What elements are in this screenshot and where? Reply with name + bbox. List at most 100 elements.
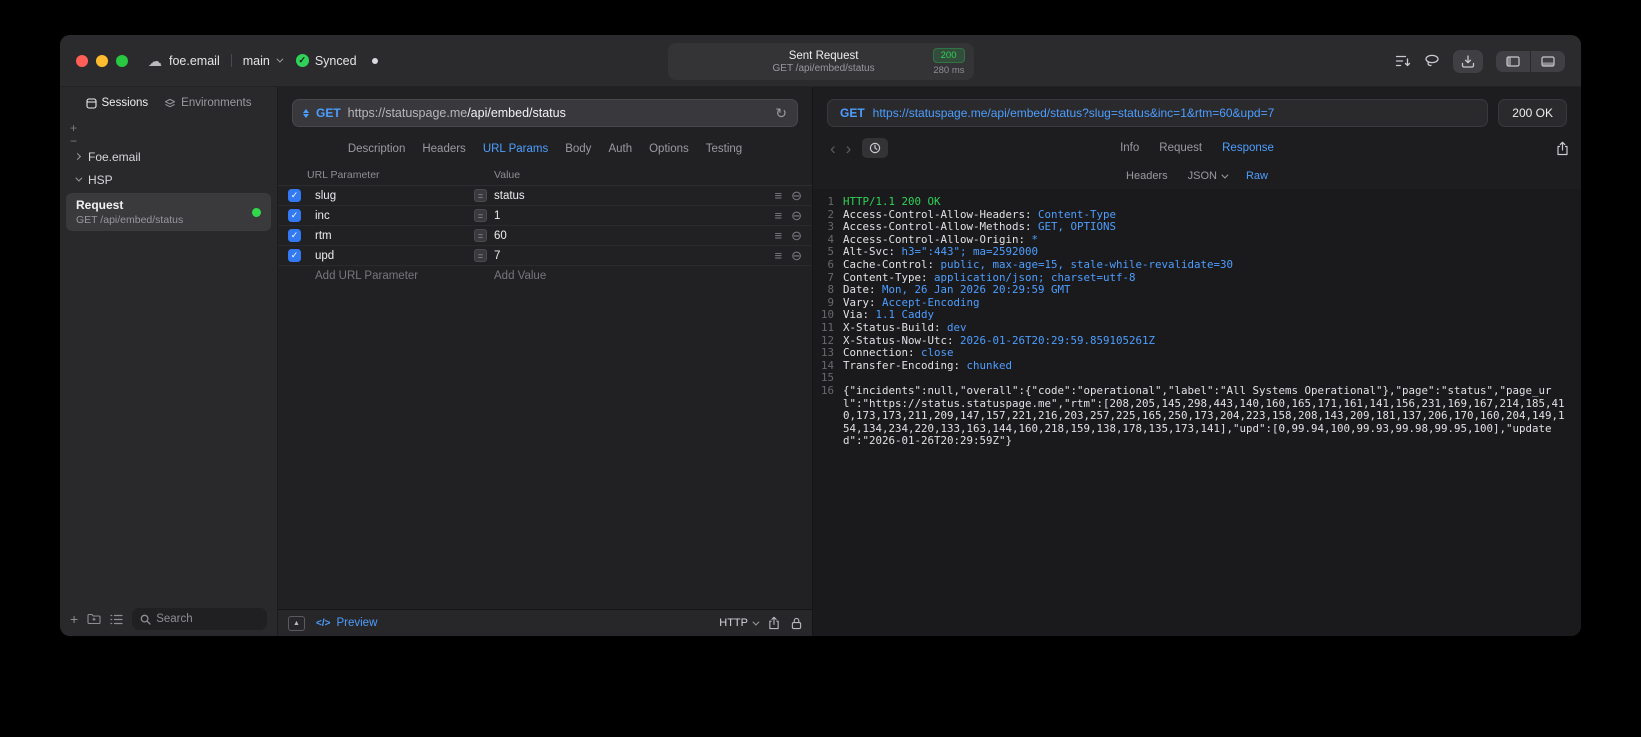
- sync-status[interactable]: ✓ Synced: [295, 54, 357, 68]
- add-param-value-placeholder[interactable]: Add Value: [474, 270, 802, 282]
- project-menu[interactable]: ☁ foe.email: [148, 54, 220, 68]
- chevron-right-icon: [73, 152, 82, 161]
- protocol-selector[interactable]: HTTP: [719, 617, 760, 629]
- subtab-json[interactable]: JSON: [1188, 170, 1229, 182]
- column-header-value: Value: [494, 169, 521, 181]
- share-icon[interactable]: [768, 616, 780, 630]
- param-row[interactable]: ✓ rtm = 60 ≡ ⊖: [278, 226, 812, 246]
- tab-auth[interactable]: Auth: [608, 143, 632, 155]
- param-checkbox-checked[interactable]: ✓: [288, 229, 301, 242]
- tab-headers[interactable]: Headers: [422, 143, 465, 155]
- tree-group-hsp[interactable]: HSP: [60, 168, 277, 191]
- response-body[interactable]: 1 HTTP/1.1 200 OK 2 Access-Control-Allow-He…: [813, 189, 1581, 636]
- remove-row-icon[interactable]: ⊖: [791, 189, 802, 202]
- params-rows: ✓ slug = status ≡ ⊖ ✓ inc = 1 ≡ ⊖ ✓ rtm = 60 ≡ ⊖ ✓ upd = 7 ≡ ⊖: [278, 186, 812, 266]
- param-name[interactable]: upd: [301, 250, 474, 262]
- add-param-row[interactable]: Add URL Parameter Add Value: [278, 266, 812, 286]
- request-url-path[interactable]: /api/embed/status: [467, 106, 566, 120]
- row-menu-icon[interactable]: ≡: [775, 229, 783, 242]
- history-back-icon[interactable]: ‹: [825, 140, 841, 157]
- equals-icon: =: [474, 249, 487, 262]
- tab-options[interactable]: Options: [649, 143, 689, 155]
- app-window: ☁ foe.email main ✓ Synced Sent Request G…: [60, 35, 1581, 636]
- request-pane-footer: ▲ </> Preview HTTP: [278, 609, 812, 636]
- minimize-window-button[interactable]: [96, 54, 108, 67]
- response-nav-bar: ‹ › Info Request Response: [813, 133, 1581, 163]
- tab-environments[interactable]: Environments: [164, 97, 251, 109]
- tab-description[interactable]: Description: [348, 143, 406, 155]
- history-forward-icon[interactable]: ›: [841, 140, 857, 157]
- request-url-bar[interactable]: GET https://statuspage.me/api/embed/stat…: [292, 99, 798, 127]
- request-method[interactable]: GET: [316, 106, 341, 120]
- subtab-headers[interactable]: Headers: [1126, 170, 1168, 182]
- sent-url-display[interactable]: GET https://statuspage.me/api/embed/stat…: [827, 99, 1489, 127]
- param-checkbox-checked[interactable]: ✓: [288, 249, 301, 262]
- close-window-button[interactable]: [76, 54, 88, 67]
- lasso-icon[interactable]: [1424, 54, 1440, 68]
- param-value[interactable]: 60: [487, 230, 775, 242]
- chevron-down-icon: [752, 618, 760, 626]
- tab-info[interactable]: Info: [1120, 142, 1139, 154]
- search-field[interactable]: Search: [132, 608, 267, 630]
- resend-icon[interactable]: ↻: [775, 106, 787, 120]
- tab-response[interactable]: Response: [1222, 142, 1274, 154]
- add-param-name-placeholder[interactable]: Add URL Parameter: [288, 270, 474, 282]
- param-row[interactable]: ✓ inc = 1 ≡ ⊖: [278, 206, 812, 226]
- code-line: 16 {"incidents":null,"overall":{"code":"o…: [813, 384, 1581, 448]
- branch-selector[interactable]: main: [242, 53, 284, 68]
- param-row-actions: ≡ ⊖: [775, 209, 803, 222]
- remove-row-icon[interactable]: ⊖: [791, 209, 802, 222]
- remove-row-icon[interactable]: ⊖: [791, 229, 802, 242]
- request-tabs: Description Headers URL Params Body Auth…: [278, 133, 812, 165]
- tab-body[interactable]: Body: [565, 143, 591, 155]
- row-menu-icon[interactable]: ≡: [775, 249, 783, 262]
- tab-url-params[interactable]: URL Params: [483, 143, 548, 155]
- sort-filter-icon[interactable]: [1395, 54, 1411, 68]
- tab-sessions-label: Sessions: [101, 97, 149, 109]
- export-icon[interactable]: [1556, 141, 1569, 156]
- param-row-actions: ≡ ⊖: [775, 229, 803, 242]
- add-folder-icon[interactable]: [87, 613, 101, 625]
- param-row[interactable]: ✓ upd = 7 ≡ ⊖: [278, 246, 812, 266]
- preview-button[interactable]: </> Preview: [316, 617, 377, 629]
- lock-icon[interactable]: [791, 617, 802, 630]
- param-row[interactable]: ✓ slug = status ≡ ⊖: [278, 186, 812, 206]
- import-icon[interactable]: [1453, 49, 1483, 73]
- add-session-button[interactable]: +: [70, 122, 77, 134]
- history-clock-icon[interactable]: [862, 138, 889, 158]
- remove-session-button[interactable]: −: [70, 135, 77, 147]
- toggle-left-panel-icon[interactable]: [1496, 51, 1530, 72]
- method-selector-icon[interactable]: [303, 108, 309, 118]
- add-request-button[interactable]: +: [70, 612, 78, 626]
- request-url-host[interactable]: https://statuspage.me: [348, 106, 468, 120]
- equals-icon: =: [474, 229, 487, 242]
- tab-testing[interactable]: Testing: [706, 143, 742, 155]
- row-menu-icon[interactable]: ≡: [775, 209, 783, 222]
- collapse-editor-icon[interactable]: ▲: [288, 615, 305, 631]
- tree-group-label: Foe.email: [88, 149, 141, 164]
- param-name[interactable]: slug: [301, 190, 474, 202]
- param-value[interactable]: status: [487, 190, 775, 202]
- remove-row-icon[interactable]: ⊖: [791, 249, 802, 262]
- group-by-icon[interactable]: [110, 614, 123, 625]
- request-list-item[interactable]: Request GET /api/embed/status: [66, 193, 271, 231]
- response-top-bar: GET https://statuspage.me/api/embed/stat…: [813, 87, 1581, 133]
- row-menu-icon[interactable]: ≡: [775, 189, 783, 202]
- toggle-bottom-panel-icon[interactable]: [1530, 50, 1565, 72]
- tree-group-foe-email[interactable]: Foe.email: [60, 145, 277, 168]
- param-name[interactable]: rtm: [301, 230, 474, 242]
- param-value[interactable]: 7: [487, 250, 775, 262]
- branch-name: main: [242, 53, 270, 68]
- param-name[interactable]: inc: [301, 210, 474, 222]
- param-value[interactable]: 1: [487, 210, 775, 222]
- sent-request-text: Sent Request GET /api/embed/status: [677, 50, 933, 74]
- zoom-window-button[interactable]: [116, 54, 128, 67]
- tab-sessions[interactable]: Sessions: [85, 97, 149, 109]
- param-checkbox-checked[interactable]: ✓: [288, 209, 301, 222]
- subtab-raw[interactable]: Raw: [1246, 170, 1268, 182]
- sidebar: Sessions Environments + − Foe.email HSP …: [60, 87, 278, 636]
- param-checkbox-checked[interactable]: ✓: [288, 189, 301, 202]
- sent-request-summary[interactable]: Sent Request GET /api/embed/status 200 2…: [667, 43, 974, 80]
- tab-request[interactable]: Request: [1159, 142, 1202, 154]
- window-controls: [76, 54, 128, 67]
